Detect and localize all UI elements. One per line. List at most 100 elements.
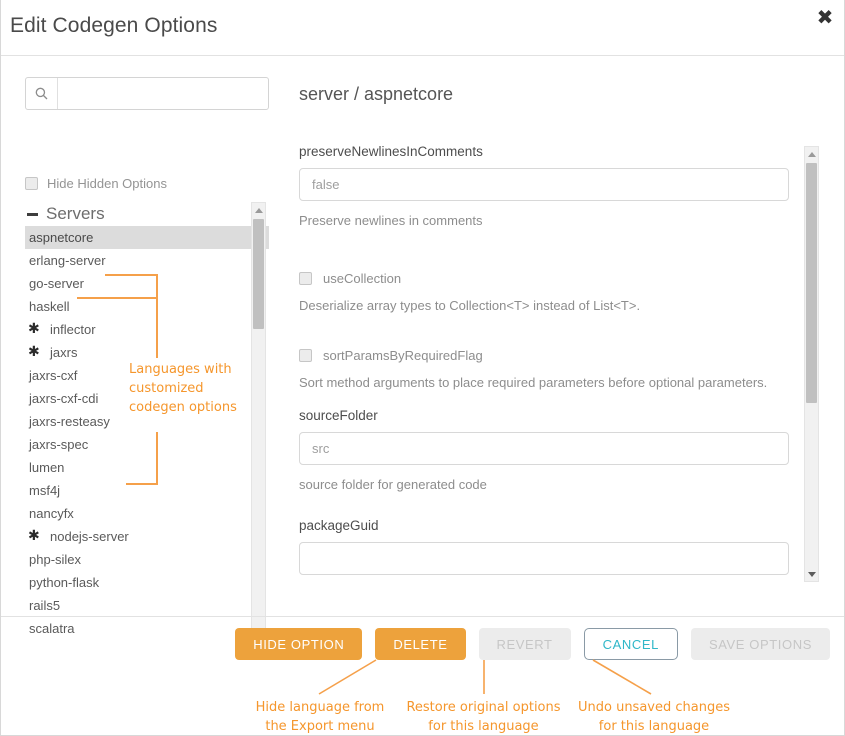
minus-icon[interactable] (27, 213, 38, 216)
list-item[interactable]: python-flask (25, 571, 269, 594)
sidebar-scrollbar-thumb[interactable] (253, 219, 264, 329)
field-label: packageGuid (299, 518, 829, 533)
group-header-servers[interactable]: Servers (25, 202, 269, 226)
spacer (299, 313, 829, 331)
option-checkbox-label: sortParamsByRequiredFlag (323, 348, 483, 363)
revert-annotation-line-2: for this language (573, 717, 735, 736)
list-item-label: php-silex (29, 552, 81, 567)
list-item-label: rails5 (29, 598, 60, 613)
field-input[interactable] (299, 168, 789, 201)
options-form: preserveNewlinesInComments Preserve newli… (299, 144, 829, 582)
field-description: Deserialize array types to Collection<T>… (299, 298, 829, 313)
list-item-label: jaxrs-cxf (29, 368, 77, 383)
option-field: useCollection Deserialize array types to … (299, 271, 829, 331)
list-item[interactable]: erlang-server (25, 249, 269, 272)
option-checkbox[interactable] (299, 349, 312, 362)
list-item-label: go-server (29, 276, 84, 291)
revert-annotation: Undo unsaved changes for this language (573, 698, 735, 736)
language-list[interactable]: Servers aspnetcore erlang-server go-server… (25, 202, 269, 642)
list-item-label: nancyfx (29, 506, 74, 521)
edit-codegen-options-dialog: Edit Codegen Options ✖ Hide Hidden Optio… (0, 0, 845, 736)
option-checkbox[interactable] (299, 272, 312, 285)
field-description: source folder for generated code (299, 477, 829, 492)
option-field: sortParamsByRequiredFlag Sort method argu… (299, 348, 829, 408)
list-item-label: jaxrs-cxf-cdi (29, 391, 98, 406)
field-description: Sort method arguments to place required … (299, 375, 829, 390)
options-panel: server / aspnetcore preserveNewlinesInCo… (283, 56, 845, 616)
group-title: Servers (46, 204, 105, 224)
spacer (299, 492, 829, 518)
sidebar-annotation-line-3: codegen options (129, 398, 269, 417)
breadcrumb: server / aspnetcore (299, 84, 453, 105)
field-label: preserveNewlinesInComments (299, 144, 829, 159)
list-item[interactable]: aspnetcore (25, 226, 269, 249)
list-item[interactable]: php-silex (25, 548, 269, 571)
scroll-down-icon[interactable] (805, 567, 818, 581)
list-item-label: nodejs-server (50, 529, 129, 544)
list-item-label: lumen (29, 460, 64, 475)
delete-button[interactable]: DELETE (375, 628, 465, 660)
customized-star-icon: ✱ (28, 341, 40, 364)
option-checkbox-row[interactable]: useCollection (299, 271, 829, 286)
annotation-connector-jaxrs (77, 297, 158, 299)
scroll-up-icon[interactable] (252, 203, 265, 217)
list-item[interactable]: jaxrs-spec (25, 433, 269, 456)
customized-star-icon: ✱ (28, 318, 40, 341)
hide-option-button[interactable]: HIDE OPTION (235, 628, 362, 660)
search-box[interactable] (25, 77, 269, 110)
field-label: sourceFolder (299, 408, 829, 423)
list-item[interactable]: ✱ nodejs-server (25, 525, 269, 548)
sidebar-annotation-text: Languages with customized codegen option… (129, 360, 269, 417)
list-item[interactable]: rails5 (25, 594, 269, 617)
sidebar-panel: Hide Hidden Options Servers aspnetcore er… (1, 56, 283, 616)
list-item-label: haskell (29, 299, 69, 314)
delete-annotation: Restore original options for this langua… (396, 698, 571, 736)
annotation-connector-vertical-top (156, 274, 158, 358)
annotation-connector-inflector (105, 274, 158, 276)
annotation-connector-nodejs (126, 483, 158, 485)
hide-hidden-options-checkbox[interactable] (25, 177, 38, 190)
option-checkbox-row[interactable]: sortParamsByRequiredFlag (299, 348, 829, 363)
field-input[interactable] (299, 432, 789, 465)
list-item[interactable]: lumen (25, 456, 269, 479)
scroll-up-icon[interactable] (805, 147, 818, 161)
option-field: sourceFolder source folder for generated … (299, 408, 829, 518)
list-item-label: inflector (50, 322, 96, 337)
delete-annotation-line-2: for this language (396, 717, 571, 736)
list-item-label: msf4j (29, 483, 60, 498)
field-input[interactable] (299, 542, 789, 575)
search-input[interactable] (58, 78, 268, 109)
list-item[interactable]: nancyfx (25, 502, 269, 525)
dialog-header: Edit Codegen Options ✖ (1, 0, 845, 56)
list-item[interactable]: ✱ inflector (25, 318, 269, 341)
cancel-button[interactable]: CANCEL (584, 628, 678, 660)
options-scrollbar-thumb[interactable] (806, 163, 817, 403)
option-field: preserveNewlinesInComments Preserve newli… (299, 144, 829, 254)
revert-button: REVERT (479, 628, 571, 660)
customized-star-icon: ✱ (28, 525, 40, 548)
sidebar-annotation-line-1: Languages with (129, 360, 269, 379)
field-description: Preserve newlines in comments (299, 213, 829, 228)
spacer (299, 390, 829, 408)
hide-hidden-options-row[interactable]: Hide Hidden Options (25, 176, 167, 191)
list-item-label: erlang-server (29, 253, 106, 268)
close-icon[interactable]: ✖ (813, 6, 837, 30)
footer-button-row: HIDE OPTION DELETE REVERT CANCEL SAVE OP… (235, 628, 830, 660)
option-field: packageGuidThe GUID that will be associa… (299, 518, 829, 582)
hide-option-annotation-line-2: the Export menu (236, 717, 404, 736)
list-item-label: jaxrs (50, 345, 77, 360)
save-options-button: SAVE OPTIONS (691, 628, 830, 660)
hide-option-annotation: Hide language from the Export menu (236, 698, 404, 736)
search-icon (26, 78, 58, 109)
sidebar-annotation-line-2: customized (129, 379, 269, 398)
list-item-label: aspnetcore (29, 230, 93, 245)
spacer (299, 228, 829, 254)
sidebar-scrollbar[interactable] (251, 202, 266, 642)
hide-option-annotation-line-1: Hide language from (236, 698, 404, 717)
page-title: Edit Codegen Options (10, 14, 217, 38)
list-item-label: jaxrs-spec (29, 437, 88, 452)
revert-annotation-line-1: Undo unsaved changes (573, 698, 735, 717)
hide-hidden-options-label: Hide Hidden Options (47, 176, 167, 191)
options-scrollbar[interactable] (804, 146, 819, 582)
list-item-label: python-flask (29, 575, 99, 590)
